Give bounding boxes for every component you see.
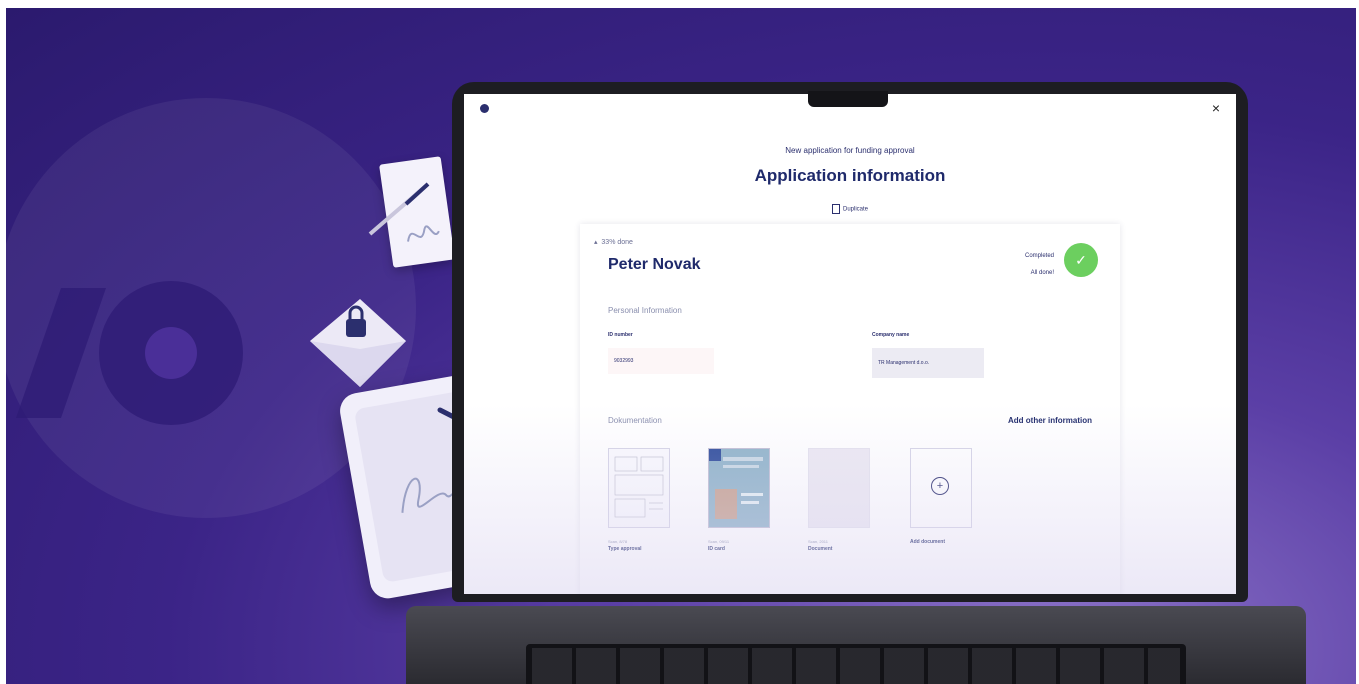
document-tile[interactable]: Scan, 09/11 ID card [708, 448, 770, 552]
document-meta: Scan, 09/11 [708, 539, 730, 544]
document-meta: Scan, 2011 [808, 539, 828, 544]
id-number-label: ID number [608, 332, 633, 338]
page-title: Application information [754, 166, 946, 185]
add-other-information-link[interactable]: Add other information [1008, 416, 1092, 425]
duplicate-label: Duplicate [842, 206, 868, 213]
document-label: Document [808, 546, 833, 552]
document-icon [831, 204, 840, 214]
logo-mark-icon [480, 104, 489, 113]
page-subtitle: New application for funding approval [785, 146, 915, 155]
documentation-heading: Dokumentation [608, 416, 662, 425]
application-card: ▴ 33% done Peter Novak Completed All don… [580, 224, 1120, 594]
document-label: Type approval [608, 546, 642, 552]
close-icon[interactable]: × [1212, 100, 1220, 116]
document-meta: Scan, 8/78 [608, 539, 628, 544]
camera-notch [808, 91, 888, 107]
personal-info-heading: Personal Information [608, 306, 682, 315]
app-screen: × New application for funding approval A… [464, 94, 1236, 594]
document-tile[interactable]: Scan, 8/78 Type approval [608, 448, 670, 552]
type-approval-thumbnail [608, 448, 670, 528]
laptop-base [406, 606, 1306, 684]
id-number-field[interactable]: 9032993 [608, 348, 714, 374]
applicant-name: Peter Novak [608, 256, 701, 273]
brand-logo-watermark [16, 281, 243, 425]
completion-status: Completed All done! [1025, 248, 1054, 282]
status-sub: All done! [1030, 270, 1054, 276]
document-label: ID card [708, 546, 725, 552]
add-document-button[interactable]: + [910, 448, 972, 528]
check-icon: ✓ [1064, 243, 1098, 277]
company-name-field[interactable]: TR Management d.o.o. [872, 348, 984, 378]
company-name-label: Company name [872, 332, 910, 338]
id-card-thumbnail [708, 448, 770, 528]
document-thumbnail [808, 448, 870, 528]
add-document-tile[interactable]: + Add document [910, 448, 972, 545]
keyboard [526, 644, 1186, 684]
progress-toggle[interactable]: ▴ 33% done [594, 238, 633, 246]
app-logo [480, 104, 493, 113]
pen-icon [368, 182, 430, 236]
document-tile[interactable]: Scan, 2011 Document [808, 448, 870, 552]
duplicate-button[interactable]: Duplicate [464, 204, 1236, 214]
progress-label: 33% done [601, 239, 633, 246]
status-label: Completed [1024, 253, 1054, 259]
locked-envelope-icon [310, 299, 406, 387]
document-label: Add document [910, 539, 945, 545]
plus-icon: + [931, 477, 949, 495]
